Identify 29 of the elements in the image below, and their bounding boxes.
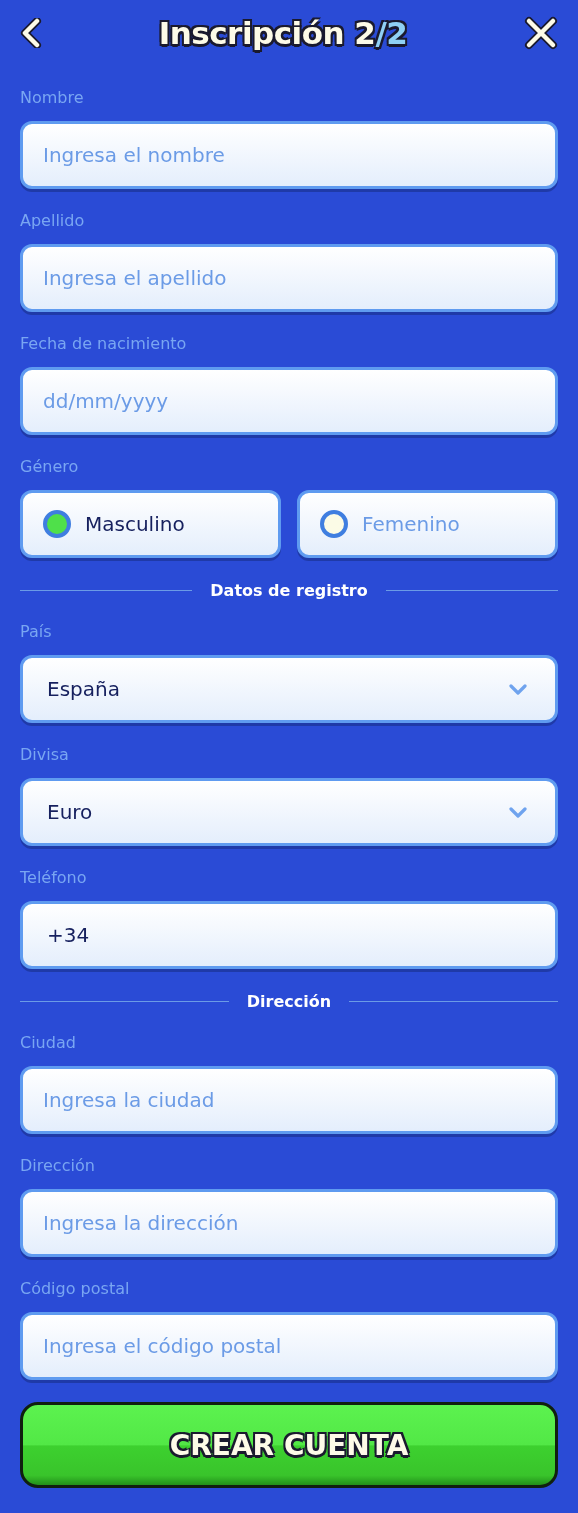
input-field[interactable]: dd/mm/yyyy [20,367,558,435]
input-field[interactable]: Ingresa la dirección [20,1189,558,1257]
input-field[interactable]: Ingresa el apellido [20,244,558,312]
dropdown[interactable]: España [20,655,558,723]
field-label: Dirección [20,1156,95,1175]
input-field[interactable]: +34 [20,901,558,969]
chevron-down-icon [509,683,527,695]
field-label: Género [20,457,79,476]
radio-option[interactable]: Masculino [20,490,281,558]
section-heading: Datos de registro [210,580,368,600]
field-label: País [20,622,52,641]
page-title: Inscripción 2/2 [158,15,408,51]
input-field[interactable]: Ingresa el nombre [20,121,558,189]
field-label: Ciudad [20,1033,76,1052]
chevron-down-icon [509,806,527,818]
dropdown[interactable]: Euro [20,778,558,846]
section-heading: Dirección [246,991,332,1011]
close-icon[interactable] [524,16,558,50]
field-label: Divisa [20,745,69,764]
field-label: Apellido [20,211,85,230]
radio-empty-icon [320,510,348,538]
input-field[interactable]: Ingresa la ciudad [20,1066,558,1134]
back-icon[interactable] [20,18,42,48]
input-field[interactable]: Ingresa el código postal [20,1312,558,1380]
field-label: Código postal [20,1279,130,1298]
field-label: Teléfono [20,868,87,887]
radio-selected-icon [43,510,71,538]
field-label: Nombre [20,88,84,107]
field-label: Fecha de nacimiento [20,334,187,353]
